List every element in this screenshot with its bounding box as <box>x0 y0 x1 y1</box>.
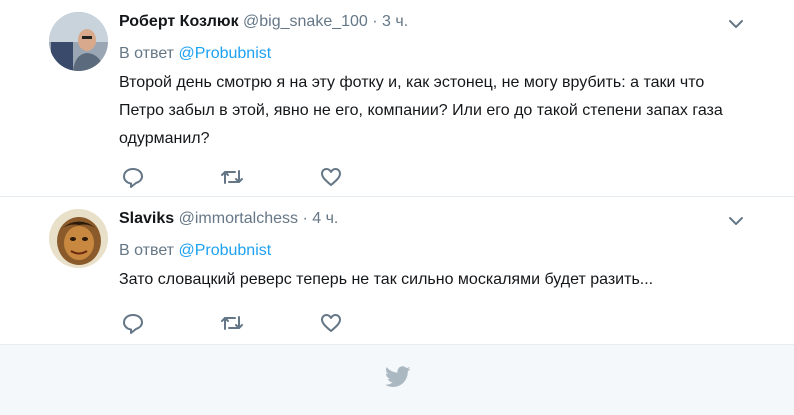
tweet-text: Зато словацкий реверс теперь не так силь… <box>119 271 654 288</box>
heart-icon[interactable] <box>318 164 344 190</box>
reply-mention-link[interactable]: @Probubnist <box>178 242 271 259</box>
separator: · <box>302 210 308 227</box>
author-name[interactable]: Роберт Козлюк <box>119 13 239 30</box>
tweet-actions <box>120 164 417 190</box>
reply-icon[interactable] <box>120 164 146 190</box>
tweet[interactable]: Роберт Козлюк @big_snake_100 · 3 ч. В от… <box>0 0 794 197</box>
reply-prefix: В ответ <box>119 45 175 62</box>
tweet-header: Slaviks @immortalchess · 4 ч. <box>119 208 338 230</box>
timestamp[interactable]: 3 ч. <box>382 13 408 30</box>
reply-icon[interactable] <box>120 310 146 336</box>
avatar[interactable] <box>49 209 108 268</box>
tweet[interactable]: Slaviks @immortalchess · 4 ч. В ответ @P… <box>0 197 794 345</box>
retweet-icon[interactable] <box>219 310 245 336</box>
avatar[interactable] <box>49 12 108 71</box>
chevron-down-icon[interactable] <box>726 211 746 231</box>
tweet-header: Роберт Козлюк @big_snake_100 · 3 ч. <box>119 11 408 33</box>
timestamp[interactable]: 4 ч. <box>312 210 338 227</box>
timeline-footer <box>0 345 794 415</box>
author-handle[interactable]: @big_snake_100 <box>243 13 368 30</box>
chevron-down-icon[interactable] <box>726 14 746 34</box>
tweet-actions <box>120 310 417 336</box>
retweet-icon[interactable] <box>219 164 245 190</box>
reply-context: В ответ @Probubnist <box>119 43 271 65</box>
reply-context: В ответ @Probubnist <box>119 240 271 262</box>
tweet-text: Второй день смотрю я на эту фотку и, как… <box>119 74 723 147</box>
reply-mention-link[interactable]: @Probubnist <box>178 45 271 62</box>
heart-icon[interactable] <box>318 310 344 336</box>
separator: · <box>372 13 378 30</box>
twitter-bird-icon <box>384 366 411 388</box>
author-handle[interactable]: @immortalchess <box>179 210 298 227</box>
author-name[interactable]: Slaviks <box>119 210 174 227</box>
reply-prefix: В ответ <box>119 242 175 259</box>
